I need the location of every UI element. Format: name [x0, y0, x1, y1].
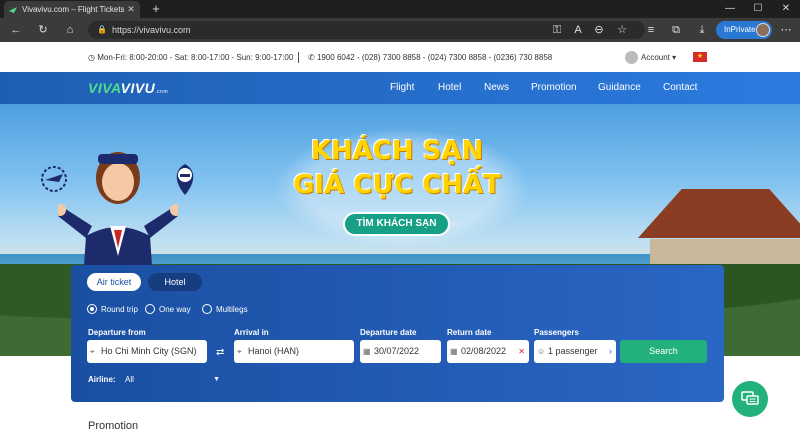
divider [298, 52, 299, 63]
search-button[interactable]: Search [620, 340, 707, 363]
caret-down-icon: ▼ [213, 376, 220, 383]
nav-news[interactable]: News [484, 82, 509, 93]
info-bar: ◷ Mon-Fri: 8:00-20:00 - Sat: 8:00-17:00 … [0, 42, 800, 72]
radio-multilegs[interactable]: Multilegs [202, 304, 248, 314]
new-tab-button[interactable]: + [148, 1, 164, 17]
nav-flight[interactable]: Flight [390, 82, 414, 93]
swap-icon[interactable]: ⇄ [216, 347, 224, 358]
vietnam-flag-icon[interactable]: ★ [693, 52, 707, 62]
location-pin-icon: ⌖ [90, 347, 95, 356]
inprivate-label: InPrivate [724, 25, 756, 34]
browser-titlebar: Vivavivu.com – Flight Tickets - C ✕ + — … [0, 0, 800, 18]
caret-down-icon: ▾ [669, 52, 677, 62]
radio-label: Multilegs [216, 304, 248, 314]
globe-plane-icon [41, 166, 67, 192]
passengers-value: 1 passenger [548, 346, 598, 356]
nav-guidance[interactable]: Guidance [598, 82, 641, 93]
departure-from-field[interactable]: ⌖ Ho Chi Minh City (SGN) [87, 340, 207, 363]
account-menu[interactable]: Account ▾ [625, 50, 676, 64]
passengers-label: Passengers [534, 328, 579, 337]
main-nav: VIVAVIVU.com Flight Hotel News Promotion… [0, 72, 800, 104]
radio-label: Round trip [101, 304, 138, 314]
lock-icon: 🔒 [97, 25, 107, 34]
logo-viva: VIVA [88, 80, 121, 96]
radio-label: One way [159, 304, 191, 314]
departure-date-field[interactable]: ▦ 30/07/2022 [360, 340, 441, 363]
opening-hours: ◷ Mon-Fri: 8:00-20:00 - Sat: 8:00-17:00 … [88, 53, 293, 62]
minimize-button[interactable]: — [716, 0, 744, 18]
tab-title: Vivavivu.com – Flight Tickets - C [22, 5, 126, 14]
passengers-field[interactable]: ☺ 1 passenger › [534, 340, 616, 363]
location-pin-icon: ⌖ [237, 347, 242, 356]
more-menu-icon[interactable]: ⋯ [778, 22, 794, 38]
departure-from-value: Ho Chi Minh City (SGN) [101, 346, 197, 356]
site-logo[interactable]: VIVAVIVU.com [88, 80, 168, 96]
people-icon: ☺ [537, 347, 546, 356]
phone-icon: ✆ [308, 53, 317, 62]
departure-date-label: Departure date [360, 328, 417, 337]
back-arrow-icon[interactable]: ← [8, 22, 24, 38]
profile-avatar [756, 23, 770, 37]
nav-promotion[interactable]: Promotion [531, 82, 577, 93]
logo-vivu: VIVU [120, 80, 156, 96]
nav-hotel[interactable]: Hotel [438, 82, 461, 93]
arrival-field[interactable]: ⌖ Hanoi (HAN) [234, 340, 354, 363]
radio-selected-icon [87, 304, 97, 314]
chat-bubble-icon [741, 391, 759, 405]
promotion-section-heading: Promotion [88, 420, 139, 432]
promo-headline-1: KHÁCH SẠN [310, 136, 484, 166]
close-window-button[interactable]: ✕ [772, 0, 800, 18]
return-date-field[interactable]: ▦ 02/08/2022 ✕ [447, 340, 529, 363]
inprivate-badge[interactable]: InPrivate [716, 21, 772, 39]
downloads-icon[interactable]: ⤓ [694, 22, 710, 38]
calendar-icon: ▦ [363, 347, 371, 356]
radio-unselected-icon [202, 304, 212, 314]
hours-text: Mon-Fri: 8:00-20:00 - Sat: 8:00-17:00 - … [97, 53, 294, 62]
read-aloud-icon[interactable]: A [570, 22, 586, 38]
account-label: Account [641, 52, 670, 62]
airline-label: Airline: [88, 375, 116, 384]
logo-suffix: .com [155, 89, 169, 95]
return-date-value: 02/08/2022 [461, 346, 507, 356]
hotel-pin-icon [176, 164, 194, 195]
return-date-label: Return date [447, 328, 492, 337]
chat-button[interactable] [732, 381, 768, 417]
clear-date-icon[interactable]: ✕ [518, 340, 525, 363]
favorites-list-icon[interactable]: ≡ [643, 22, 659, 38]
departure-date-value: 30/07/2022 [374, 346, 420, 356]
chevron-right-icon: › [609, 346, 612, 356]
promo-headline-2: GIÁ CỰC CHẤT [293, 170, 501, 200]
hotline: ✆ 1900 6042 - (028) 7300 8858 - (024) 73… [308, 53, 552, 62]
calendar-icon: ▦ [450, 347, 458, 356]
key-icon[interactable]: ⚿ [549, 22, 565, 38]
refresh-icon[interactable]: ↻ [35, 22, 51, 38]
airline-select[interactable]: All ▼ [125, 373, 220, 387]
radio-one-way[interactable]: One way [145, 304, 191, 314]
maximize-button[interactable]: ☐ [744, 0, 772, 18]
home-icon[interactable]: ⌂ [62, 22, 78, 38]
nav-contact[interactable]: Contact [663, 82, 697, 93]
favorite-star-icon[interactable]: ☆ [614, 22, 630, 38]
departure-from-label: Departure from [88, 328, 146, 337]
radio-round-trip[interactable]: Round trip [87, 304, 138, 314]
site-favicon-icon [9, 6, 17, 13]
tab-hotel[interactable]: Hotel [148, 273, 202, 291]
clock-icon: ◷ [88, 53, 98, 62]
arrival-value: Hanoi (HAN) [248, 346, 300, 356]
url-text: https://vivavivu.com [112, 25, 191, 35]
airline-value: All [125, 375, 134, 384]
browser-tab[interactable]: Vivavivu.com – Flight Tickets - C ✕ [4, 1, 140, 18]
tab-close-icon[interactable]: ✕ [126, 4, 136, 15]
user-avatar-icon [625, 50, 638, 64]
tab-air-ticket[interactable]: Air ticket [87, 273, 141, 291]
zoom-icon[interactable]: ⊖ [591, 22, 607, 38]
phones-text: 1900 6042 - (028) 7300 8858 - (024) 7300… [316, 53, 553, 62]
search-panel: Air ticket Hotel Round trip One way Mult… [71, 265, 724, 402]
find-hotel-button[interactable]: TÌM KHÁCH SẠN [343, 212, 450, 236]
arrival-label: Arrival in [234, 328, 269, 337]
browser-toolbar: ← ↻ ⌂ 🔒 https://vivavivu.com ⚿ A ⊖ ☆ ≡ ⧉… [0, 18, 800, 42]
collections-icon[interactable]: ⧉ [668, 22, 684, 38]
radio-unselected-icon [145, 304, 155, 314]
